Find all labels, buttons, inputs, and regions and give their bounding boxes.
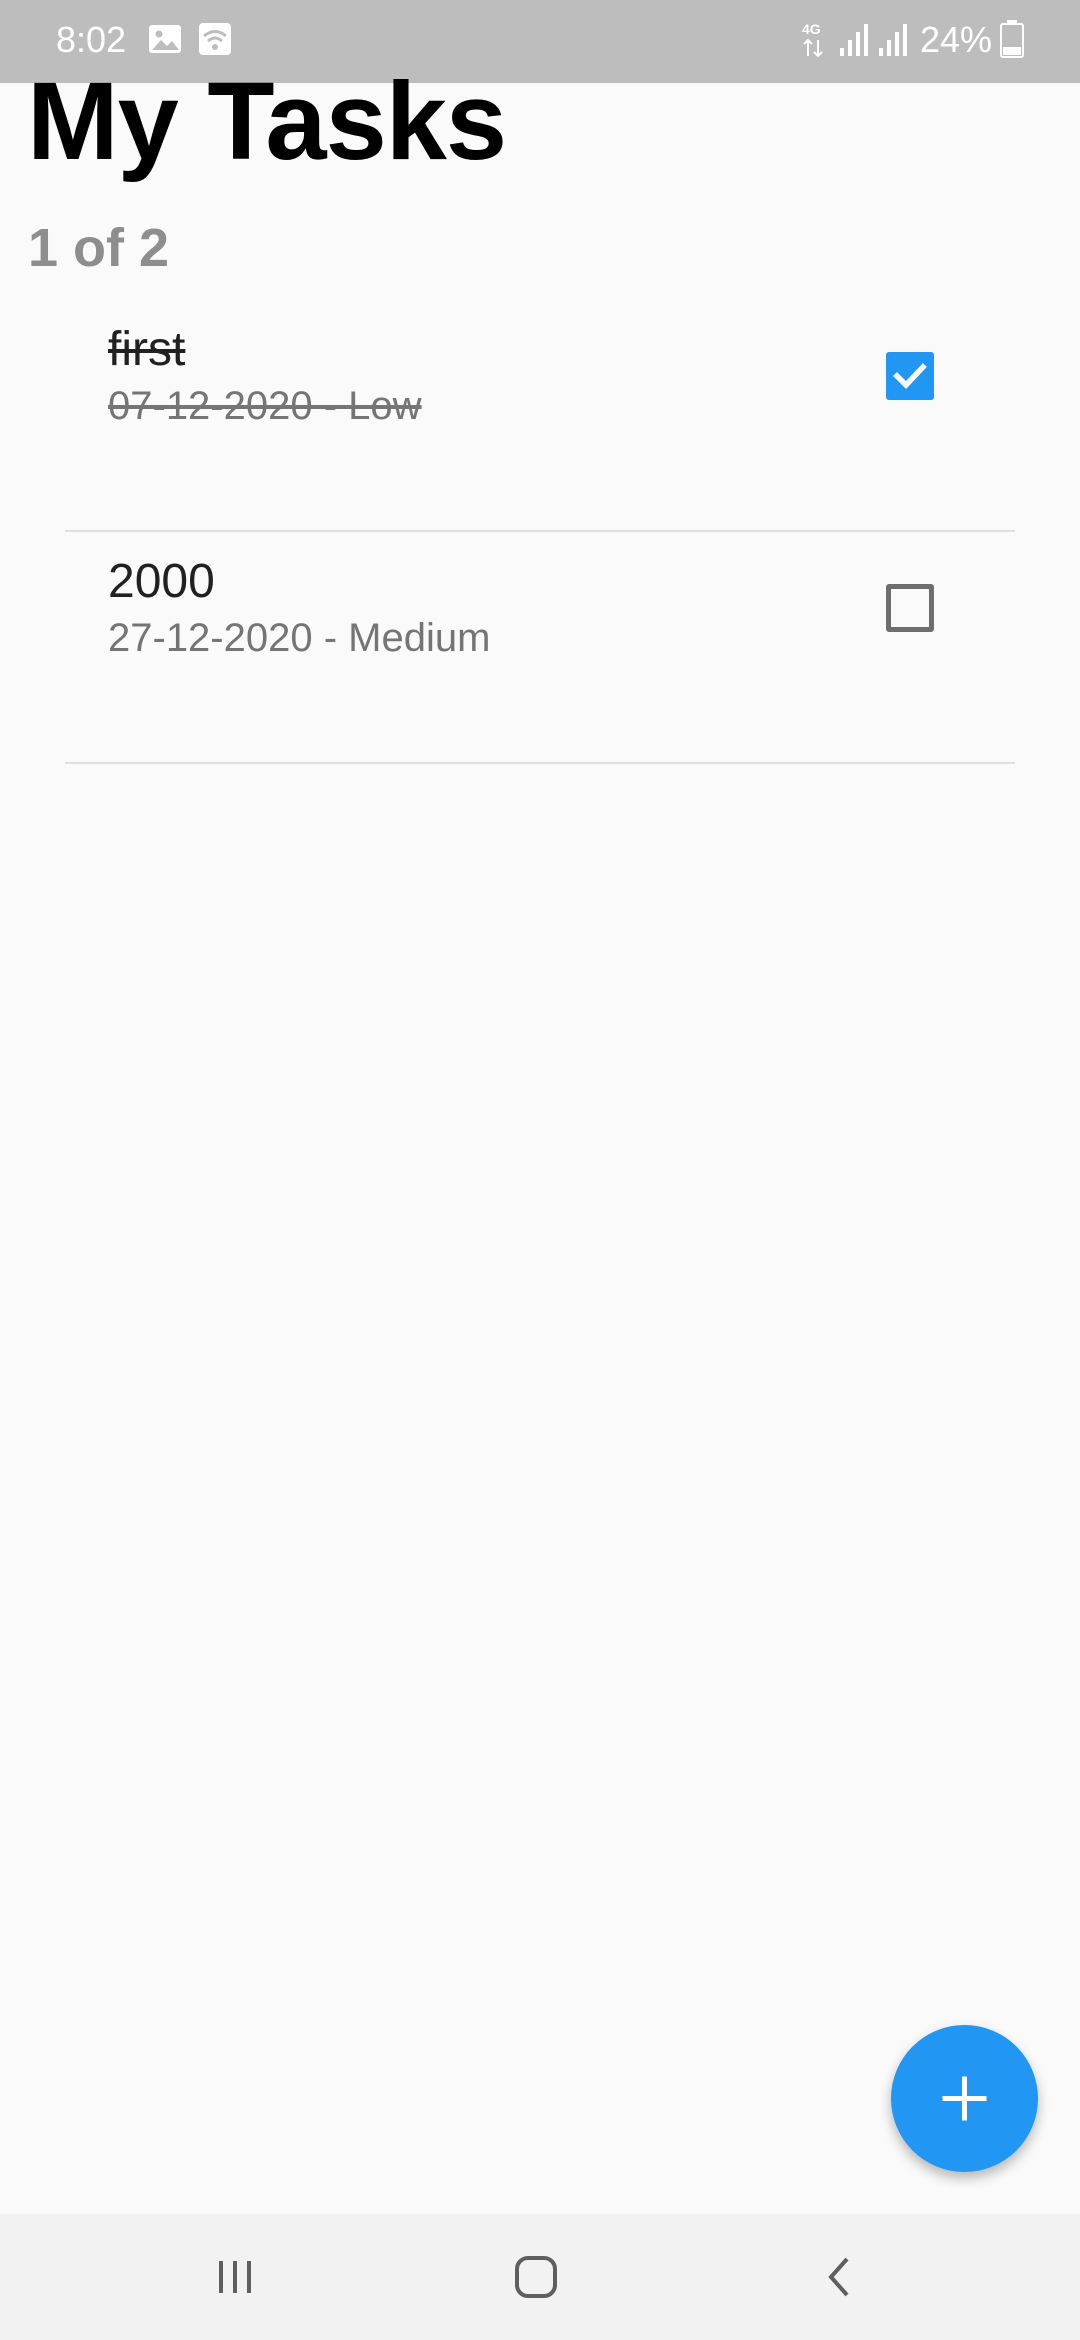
task-title: first [108, 323, 186, 376]
nav-bar [0, 2214, 1080, 2340]
add-task-button[interactable] [891, 2025, 1038, 2172]
svg-text:4G: 4G [802, 21, 821, 37]
page-title: My Tasks [27, 60, 507, 183]
battery-icon [1000, 20, 1024, 63]
task-checkbox[interactable] [886, 352, 934, 400]
task-subtitle: 27-12-2020 - Medium [108, 616, 491, 660]
task-list: first 07-12-2020 - Low 2000 27-12-2020 -… [65, 300, 1015, 764]
task-count: 1 of 2 [28, 218, 170, 278]
list-item[interactable]: first 07-12-2020 - Low [65, 300, 1015, 532]
signal-icon [877, 22, 911, 63]
4g-icon: 4G [800, 20, 828, 65]
home-icon[interactable] [506, 2247, 566, 2307]
task-title: 2000 [108, 555, 215, 608]
image-icon [148, 22, 182, 61]
wifi-icon [198, 22, 232, 61]
check-icon [893, 363, 927, 389]
plus-icon [942, 2076, 987, 2121]
status-time: 8:02 [56, 19, 127, 60]
back-icon[interactable] [809, 2247, 869, 2307]
task-subtitle: 07-12-2020 - Low [108, 384, 422, 428]
task-checkbox[interactable] [886, 584, 934, 632]
signal-icon [838, 22, 872, 63]
recents-icon[interactable] [205, 2247, 265, 2307]
battery-level: 24% [920, 19, 993, 60]
list-item[interactable]: 2000 27-12-2020 - Medium [65, 532, 1015, 764]
